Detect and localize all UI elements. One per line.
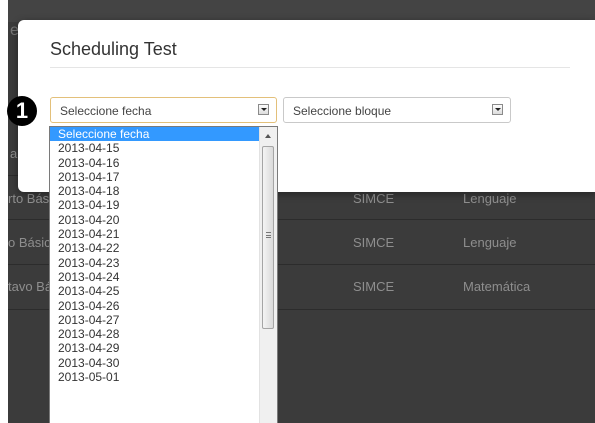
dropdown-scrollbar[interactable] bbox=[259, 127, 277, 423]
date-option[interactable]: 2013-04-29 bbox=[50, 341, 277, 355]
step-number-badge: 1 bbox=[7, 96, 37, 126]
block-select-value: Seleccione bloque bbox=[293, 104, 392, 118]
chevron-down-icon[interactable] bbox=[492, 104, 503, 115]
type-cell: SIMCE bbox=[353, 191, 395, 206]
course-cell: o Básic bbox=[8, 235, 51, 250]
date-option[interactable]: Seleccione fecha bbox=[50, 127, 277, 142]
background-header bbox=[8, 0, 595, 22]
date-option[interactable]: 2013-04-20 bbox=[50, 213, 277, 227]
date-option[interactable]: 2013-04-22 bbox=[50, 241, 277, 255]
date-select-value: Seleccione fecha bbox=[60, 104, 152, 118]
subject-cell: Lenguaje bbox=[463, 235, 517, 250]
date-option[interactable]: 2013-04-15 bbox=[50, 141, 277, 155]
chevron-down-icon[interactable] bbox=[258, 104, 269, 115]
date-option[interactable]: 2013-04-19 bbox=[50, 198, 277, 212]
date-option[interactable]: 2013-04-23 bbox=[50, 256, 277, 270]
date-option[interactable]: 2013-04-30 bbox=[50, 356, 277, 370]
date-option[interactable]: 2013-05-01 bbox=[50, 370, 277, 384]
date-options: Seleccione fecha 2013-04-15 2013-04-16 2013… bbox=[50, 127, 277, 384]
date-option[interactable]: 2013-04-21 bbox=[50, 227, 277, 241]
date-option[interactable]: 2013-04-27 bbox=[50, 313, 277, 327]
modal-divider bbox=[50, 67, 570, 68]
modal-title: Scheduling Test bbox=[50, 39, 177, 59]
type-cell: SIMCE bbox=[353, 279, 395, 294]
scrollbar-thumb[interactable] bbox=[262, 146, 274, 329]
date-option[interactable]: 2013-04-17 bbox=[50, 170, 277, 184]
date-option[interactable]: 2013-04-26 bbox=[50, 299, 277, 313]
course-cell: rto Bás bbox=[8, 191, 50, 206]
block-select[interactable]: Seleccione bloque bbox=[283, 97, 511, 123]
date-option[interactable]: 2013-04-28 bbox=[50, 327, 277, 341]
background-partial-text: a bbox=[10, 146, 18, 161]
date-option[interactable]: 2013-04-25 bbox=[50, 284, 277, 298]
date-option[interactable]: 2013-04-16 bbox=[50, 156, 277, 170]
course-cell: tavo Bá bbox=[8, 279, 53, 294]
scroll-up-icon[interactable] bbox=[261, 128, 276, 144]
date-option[interactable]: 2013-04-18 bbox=[50, 184, 277, 198]
subject-cell: Lenguaje bbox=[463, 191, 517, 206]
left-margin bbox=[0, 0, 8, 423]
type-cell: SIMCE bbox=[353, 235, 395, 250]
date-dropdown-list[interactable]: Seleccione fecha 2013-04-15 2013-04-16 2013… bbox=[49, 126, 278, 423]
grip-icon bbox=[266, 232, 271, 238]
date-option[interactable]: 2013-04-24 bbox=[50, 270, 277, 284]
date-select[interactable]: Seleccione fecha bbox=[50, 97, 277, 123]
subject-cell: Matemática bbox=[463, 279, 531, 294]
